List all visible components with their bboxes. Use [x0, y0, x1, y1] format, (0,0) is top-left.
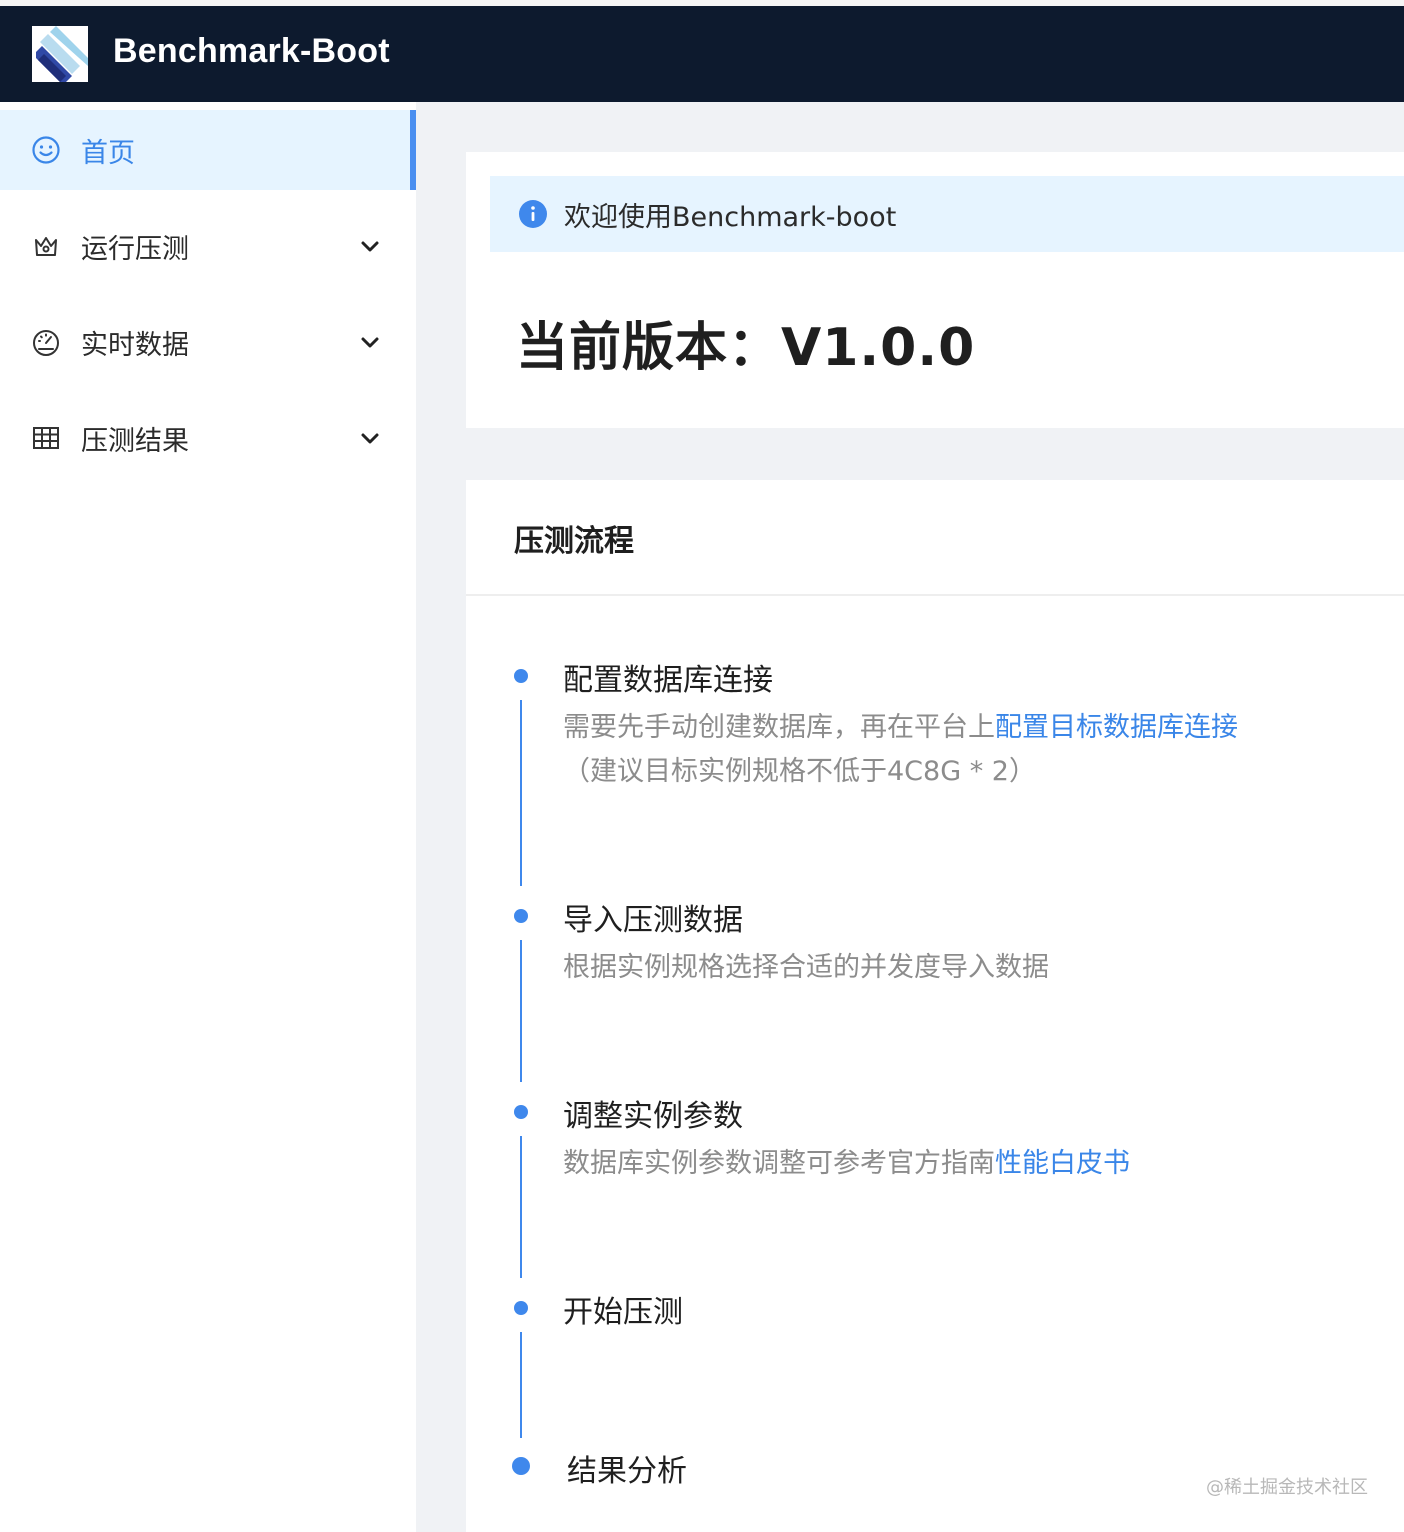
chevron-down-icon[interactable] [359, 331, 381, 353]
sidebar-item-test-results[interactable]: 压测结果 [0, 398, 416, 478]
divider [466, 594, 1404, 596]
timeline-connector [520, 940, 522, 1082]
process-card [466, 480, 1404, 1532]
step-title: 调整实例参数 [563, 1099, 743, 1134]
smile-icon [30, 134, 62, 166]
app-header: Benchmark-Boot [0, 6, 1404, 102]
timeline-dot [514, 669, 528, 683]
timeline-connector [520, 1136, 522, 1278]
chevron-down-icon[interactable] [359, 427, 381, 449]
version-heading: 当前版本：V1.0.0 [516, 318, 976, 378]
timeline-dot [512, 1457, 530, 1475]
process-title: 压测流程 [514, 524, 634, 559]
step-title: 开始压测 [563, 1295, 683, 1330]
step-description: 需要先手动创建数据库，再在平台上配置目标数据库连接 （建议目标实例规格不低于4C… [563, 706, 1238, 794]
timeline-dot [514, 909, 528, 923]
sidebar-item-label: 运行压测 [81, 233, 189, 265]
watermark: @稀土掘金技术社区 [1206, 1477, 1368, 1498]
crown-icon [30, 230, 62, 262]
step-description: 数据库实例参数调整可参考官方指南性能白皮书 [563, 1142, 1130, 1186]
alert-message: 欢迎使用Benchmark-boot [564, 201, 897, 233]
sidebar-item-label: 实时数据 [81, 329, 189, 361]
sidebar-item-realtime-data[interactable]: 实时数据 [0, 302, 416, 382]
timeline-dot [514, 1301, 528, 1315]
app-title: Benchmark-Boot [113, 32, 390, 70]
info-icon [518, 199, 548, 229]
dashboard-icon [30, 326, 62, 358]
table-icon [30, 422, 62, 454]
step-title: 导入压测数据 [563, 903, 743, 938]
app-logo[interactable] [32, 26, 88, 82]
sidebar-item-label: 压测结果 [81, 425, 189, 457]
db-connection-link[interactable]: 配置目标数据库连接 [995, 712, 1238, 743]
timeline-connector [520, 1332, 522, 1438]
welcome-alert: 欢迎使用Benchmark-boot [490, 176, 1404, 252]
whitepaper-link[interactable]: 性能白皮书 [995, 1148, 1130, 1179]
step-description-text: 数据库实例参数调整可参考官方指南 [563, 1148, 995, 1179]
timeline-dot [514, 1105, 528, 1119]
sidebar-item-home[interactable]: 首页 [0, 110, 416, 190]
sidebar-item-label: 首页 [81, 137, 135, 169]
timeline-connector [520, 700, 522, 886]
sidebar-item-run-test[interactable]: 运行压测 [0, 206, 416, 286]
chevron-down-icon[interactable] [359, 235, 381, 257]
sidebar: 首页 运行压测 实时数据 压测结果 [0, 102, 416, 1532]
logo-icon [32, 26, 88, 82]
step-title: 结果分析 [567, 1454, 687, 1489]
step-description: 根据实例规格选择合适的并发度导入数据 [563, 952, 1049, 983]
step-description-text: 需要先手动创建数据库，再在平台上 [563, 712, 995, 743]
step-description-note: （建议目标实例规格不低于4C8G * 2） [563, 756, 1036, 787]
step-title: 配置数据库连接 [563, 663, 773, 698]
